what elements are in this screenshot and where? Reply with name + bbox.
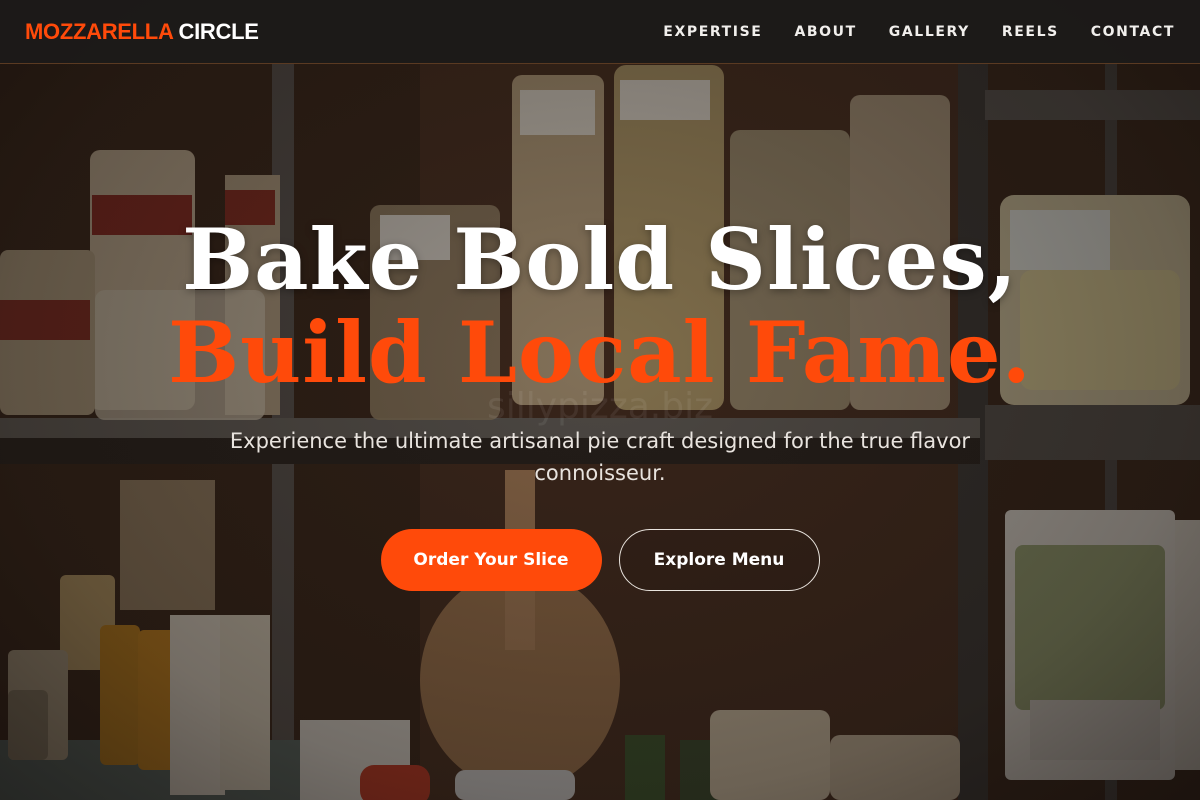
explore-menu-button[interactable]: Explore Menu [618, 529, 820, 591]
order-slice-button[interactable]: Order Your Slice [380, 529, 602, 591]
hero-title-line2: Build Local Fame. [168, 303, 1032, 402]
brand-name-part2: CIRCLE [178, 18, 259, 44]
brand-name-part1: MOZZARELLA [25, 18, 174, 44]
hero-title-line1: Bake Bold Slices, [182, 210, 1018, 309]
brand-logo[interactable]: MOZZARELLA CIRCLE [25, 19, 259, 45]
main-nav: EXPERTISE ABOUT GALLERY REELS CONTACT [663, 24, 1175, 40]
nav-item-contact[interactable]: CONTACT [1091, 24, 1175, 40]
hero-actions: Order Your Slice Explore Menu [0, 529, 1200, 591]
nav-item-reels[interactable]: REELS [1002, 24, 1059, 40]
nav-item-about[interactable]: ABOUT [794, 24, 856, 40]
nav-item-expertise[interactable]: EXPERTISE [663, 24, 762, 40]
hero-section: sillypizza.biz Bake Bold Slices, Build L… [0, 64, 1200, 800]
site-header: MOZZARELLA CIRCLE EXPERTISE ABOUT GALLERY… [0, 0, 1200, 64]
nav-item-gallery[interactable]: GALLERY [889, 24, 970, 40]
hero-subtitle: Experience the ultimate artisanal pie cr… [229, 429, 971, 485]
